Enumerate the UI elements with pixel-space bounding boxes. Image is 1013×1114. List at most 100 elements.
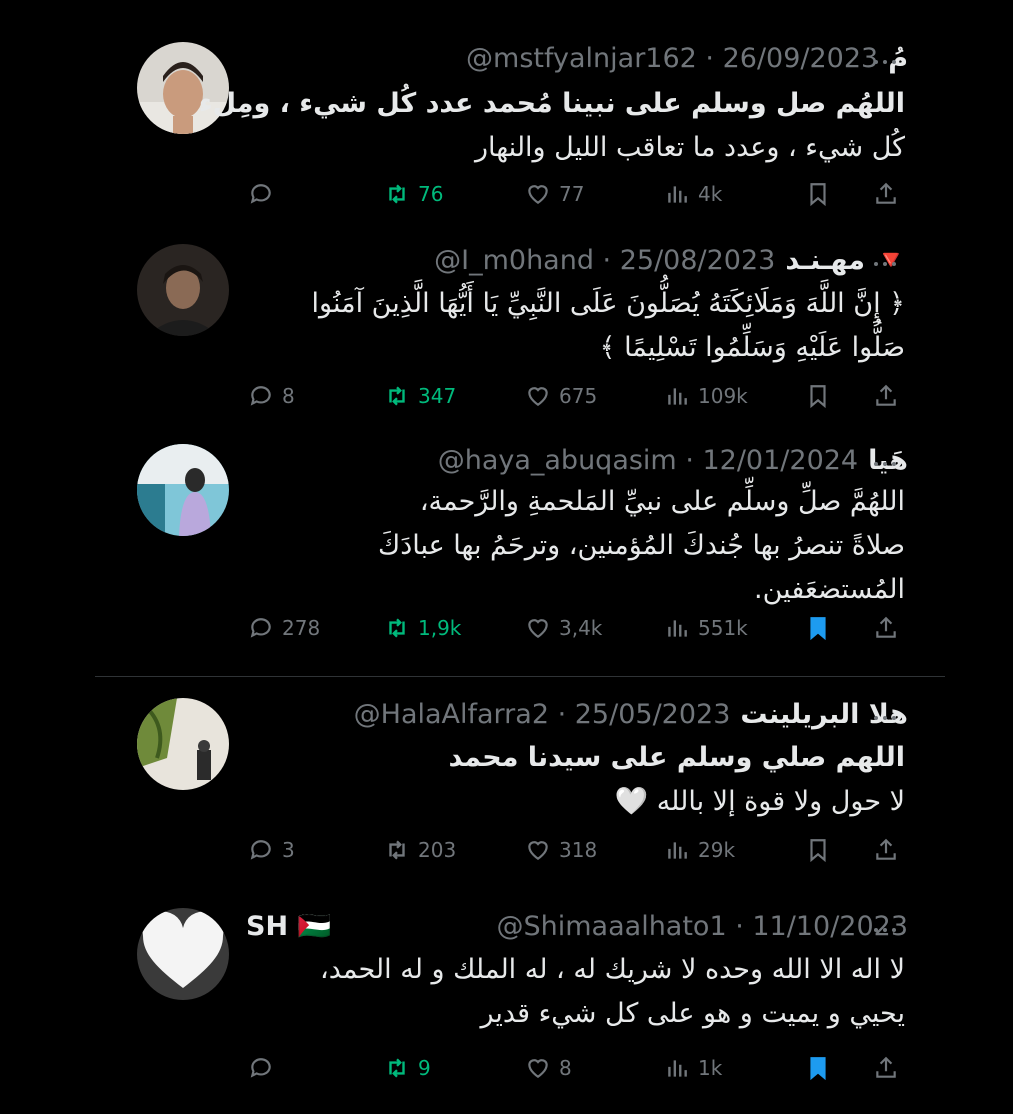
tweet[interactable]: @mstfyalnjar162 · 26/09/2023 مُ اللهُم ص…: [0, 38, 1013, 238]
tweet[interactable]: @I_m0hand · 25/08/2023 مهـنـد 🔻 ﴿ إِنَّ …: [0, 240, 1013, 440]
views-count: 1k: [698, 1056, 723, 1080]
avatar[interactable]: [137, 908, 229, 1000]
repost-button[interactable]: 347: [384, 376, 456, 416]
tweet-header: @HalaAlfarra2 · 25/05/2023 هلا البريلينت: [354, 694, 908, 734]
views-icon: [668, 186, 687, 203]
like-button[interactable]: 318: [525, 830, 597, 870]
tweet-text: اللهم صلي وسلم على سيدنا محمد لا حول ولا…: [265, 736, 905, 824]
views-icon: [668, 620, 687, 637]
views-button[interactable]: 1k: [664, 1048, 722, 1088]
reply-count: 278: [282, 616, 321, 640]
share-icon: [876, 384, 896, 406]
handle-date[interactable]: @HalaAlfarra2 · 25/05/2023: [354, 699, 731, 730]
share-button[interactable]: [873, 830, 899, 870]
divider: [95, 676, 945, 677]
action-bar: 3 203 318 29k: [0, 830, 1013, 870]
handle-date[interactable]: @mstfyalnjar162 · 26/09/2023: [466, 43, 878, 74]
views-icon: [668, 388, 687, 405]
tweet[interactable]: @haya_abuqasim · 12/01/2024 هَيا اللهُمَ…: [0, 440, 1013, 665]
views-button[interactable]: 109k: [664, 376, 748, 416]
tweet-header: @I_m0hand · 25/08/2023 مهـنـد 🔻: [434, 240, 908, 280]
reply-count: 8: [282, 384, 295, 408]
handle-date[interactable]: @I_m0hand · 25/08/2023: [434, 245, 775, 276]
more-icon[interactable]: [874, 52, 904, 72]
bookmark-icon: [810, 385, 826, 409]
bookmark-button[interactable]: [805, 376, 831, 416]
like-button[interactable]: 3,4k: [525, 608, 602, 648]
views-button[interactable]: 551k: [664, 608, 748, 648]
share-button[interactable]: [873, 174, 899, 214]
action-bar: 278 1,9k 3,4k 551k: [0, 608, 1013, 648]
share-button[interactable]: [873, 376, 899, 416]
tweet-header: @mstfyalnjar162 · 26/09/2023 مُ: [466, 38, 908, 78]
share-button[interactable]: [873, 1048, 899, 1088]
views-icon: [668, 842, 687, 859]
bookmark-icon: [810, 617, 826, 641]
tweet-line: كُل شيء ، وعدد ما تعاقب الليل والنهار: [474, 132, 905, 163]
reply-icon: [250, 618, 271, 638]
repost-button[interactable]: 76: [384, 174, 443, 214]
tweet-header: @Shimaaalhato1 · 11/10/2023: [497, 906, 909, 946]
like-count: 675: [559, 384, 598, 408]
tweet-text: اللهُمَّ صلِّ وسلِّم على نبيِّ المَلحمةِ…: [265, 480, 905, 612]
share-icon: [876, 616, 896, 638]
more-icon[interactable]: [874, 454, 904, 474]
tweet-line: اللهُمَّ صلِّ وسلِّم على نبيِّ المَلحمةِ…: [419, 486, 905, 517]
repost-count: 203: [418, 838, 457, 862]
handle-date[interactable]: @haya_abuqasim · 12/01/2024: [438, 445, 858, 476]
reply-button[interactable]: 8: [248, 376, 295, 416]
bookmark-icon: [810, 183, 826, 207]
like-button[interactable]: 8: [525, 1048, 572, 1088]
like-icon: [528, 387, 548, 406]
action-bar: 9 8 1k: [0, 1048, 1013, 1088]
tweet-line: المُستضعَفين.: [754, 574, 905, 605]
share-button[interactable]: [873, 608, 899, 648]
bookmark-button[interactable]: [805, 174, 831, 214]
repost-button[interactable]: 1,9k: [384, 608, 461, 648]
tweet-text: ﴿ إِنَّ اللَّهَ وَمَلَائِكَتَهُ يُصَلُّو…: [265, 282, 905, 370]
share-icon: [876, 1056, 896, 1078]
avatar[interactable]: [137, 444, 229, 536]
reply-button[interactable]: 3: [248, 830, 295, 870]
display-name[interactable]: SH 🇵🇸: [246, 910, 331, 942]
share-icon: [876, 182, 896, 204]
bookmark-icon: [810, 839, 826, 863]
share-icon: [876, 838, 896, 860]
avatar[interactable]: [137, 698, 229, 790]
views-count: 551k: [698, 616, 748, 640]
more-icon[interactable]: [874, 254, 904, 274]
bookmark-button[interactable]: [805, 608, 831, 648]
reply-button[interactable]: [248, 174, 282, 214]
handle-date[interactable]: @Shimaaalhato1 · 11/10/2023: [497, 911, 909, 942]
more-icon[interactable]: [874, 708, 904, 728]
bookmark-button[interactable]: [805, 830, 831, 870]
reply-button[interactable]: [248, 1048, 282, 1088]
like-icon: [528, 841, 548, 860]
tweet[interactable]: @Shimaaalhato1 · 11/10/2023 SH 🇵🇸 لا اله…: [0, 906, 1013, 1106]
tweet[interactable]: @HalaAlfarra2 · 25/05/2023 هلا البريلينت…: [0, 694, 1013, 884]
like-button[interactable]: 675: [525, 376, 597, 416]
avatar[interactable]: [137, 244, 229, 336]
tweet-line: صَلُّوا عَلَيْهِ وَسَلِّمُوا تَسْلِيمًا …: [599, 332, 905, 363]
reply-icon: [250, 1058, 271, 1078]
views-button[interactable]: 29k: [664, 830, 735, 870]
tweet-line: ﴿ إِنَّ اللَّهَ وَمَلَائِكَتَهُ يُصَلُّو…: [311, 288, 905, 319]
tweet-text: اللهُم صل وسلم على نبينا مُحمد عدد كُل ش…: [199, 82, 905, 170]
views-button[interactable]: 4k: [664, 174, 722, 214]
like-count: 318: [559, 838, 598, 862]
tweet-text: لا اله الا الله وحده لا شريك له ، له الم…: [265, 948, 905, 1036]
like-icon: [528, 185, 548, 204]
views-icon: [668, 1060, 687, 1077]
reply-button[interactable]: 278: [248, 608, 320, 648]
action-bar: 76 77 4k: [0, 174, 1013, 214]
like-button[interactable]: 77: [525, 174, 584, 214]
repost-button[interactable]: 9: [384, 1048, 431, 1088]
bookmark-button[interactable]: [805, 1048, 831, 1088]
tweet-line: يحيي و يميت و هو على كل شيء قدير: [480, 998, 905, 1029]
repost-count: 347: [418, 384, 457, 408]
views-count: 29k: [698, 838, 736, 862]
repost-button[interactable]: 203: [384, 830, 456, 870]
repost-icon: [389, 1058, 405, 1078]
more-icon[interactable]: [874, 920, 904, 940]
like-count: 77: [559, 182, 585, 206]
